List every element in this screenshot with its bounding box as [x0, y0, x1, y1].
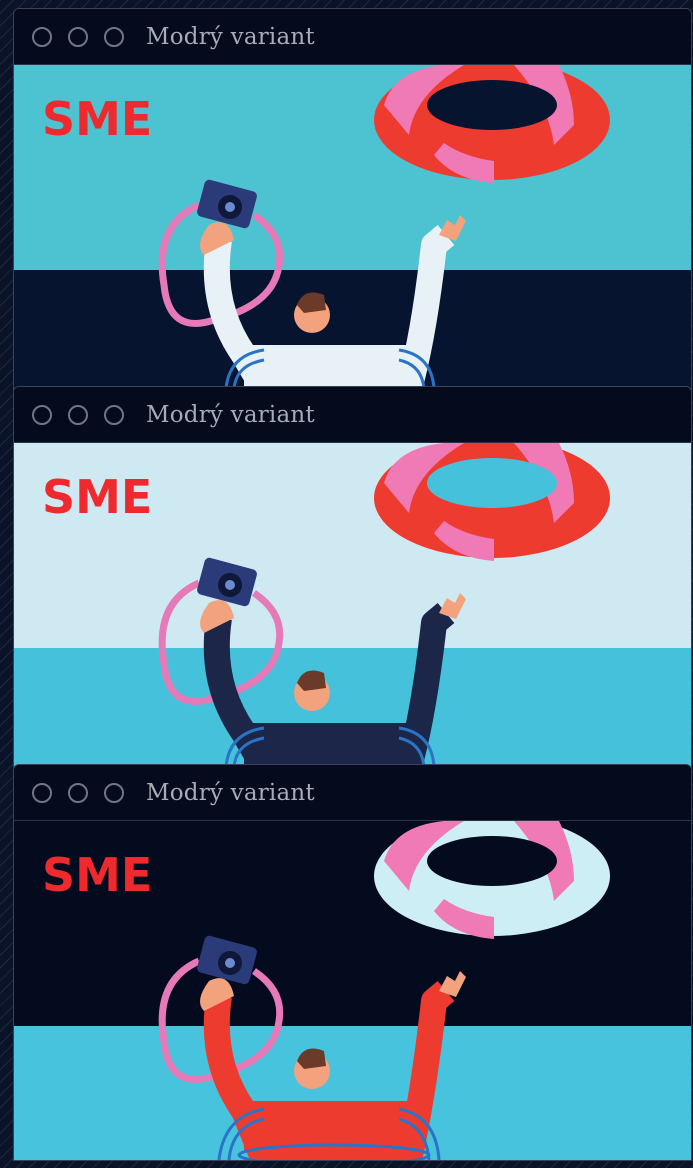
title-bar: Modrý variant — [14, 9, 691, 65]
illustration: SME — [14, 821, 691, 1160]
illustration: SME — [14, 443, 691, 767]
window-title: Modrý variant — [146, 779, 315, 806]
window-blue-variant-3: Modrý variant SME — [13, 764, 692, 1161]
sme-logo: SME — [42, 848, 152, 902]
maximize-circle-icon[interactable] — [104, 782, 124, 803]
close-circle-icon[interactable] — [32, 404, 52, 425]
illustration: SME — [14, 65, 691, 389]
window-title: Modrý variant — [146, 23, 315, 50]
maximize-circle-icon[interactable] — [104, 26, 124, 47]
sme-logo: SME — [42, 92, 152, 146]
close-circle-icon[interactable] — [32, 26, 52, 47]
title-bar: Modrý variant — [14, 765, 691, 821]
close-circle-icon[interactable] — [32, 782, 52, 803]
window-title: Modrý variant — [146, 401, 315, 428]
title-bar: Modrý variant — [14, 387, 691, 443]
window-blue-variant-2: Modrý variant SME — [13, 386, 692, 768]
minimize-circle-icon[interactable] — [68, 26, 88, 47]
minimize-circle-icon[interactable] — [68, 782, 88, 803]
sme-logo: SME — [42, 470, 152, 524]
window-blue-variant-1: Modrý variant SME — [13, 8, 692, 390]
minimize-circle-icon[interactable] — [68, 404, 88, 425]
maximize-circle-icon[interactable] — [104, 404, 124, 425]
